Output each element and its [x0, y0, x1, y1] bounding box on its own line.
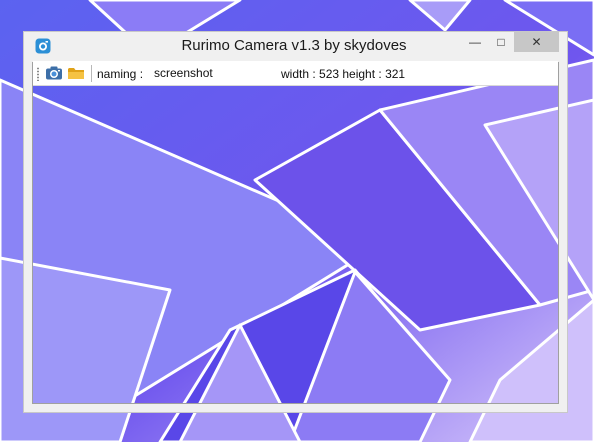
window-frame-bottom [24, 404, 567, 412]
camera-icon[interactable] [45, 64, 63, 82]
rurimo-camera-window: Rurimo Camera v1.3 by skydoves — □ ✕ nam… [23, 31, 568, 413]
dimensions-label: width : 523 height : 321 [281, 67, 406, 81]
maximize-icon: □ [497, 35, 505, 49]
window-frame-left [24, 62, 32, 412]
toolbar-separator [91, 65, 92, 82]
capture-area [32, 62, 559, 404]
window-title: Rurimo Camera v1.3 by skydoves [181, 37, 407, 54]
window-frame-right [559, 62, 567, 412]
minimize-icon: — [469, 35, 481, 49]
close-button[interactable]: ✕ [514, 32, 559, 52]
camera-app-icon[interactable] [35, 38, 51, 54]
folder-icon[interactable] [67, 64, 85, 82]
naming-label: naming : [97, 67, 144, 81]
close-icon: ✕ [531, 35, 542, 49]
minimize-button[interactable]: — [462, 32, 488, 52]
naming-input[interactable] [150, 64, 258, 81]
toolbar-grip-handle[interactable] [37, 67, 39, 81]
toolbar: naming : width : 523 height : 321 [33, 61, 558, 86]
maximize-button[interactable]: □ [488, 32, 514, 52]
